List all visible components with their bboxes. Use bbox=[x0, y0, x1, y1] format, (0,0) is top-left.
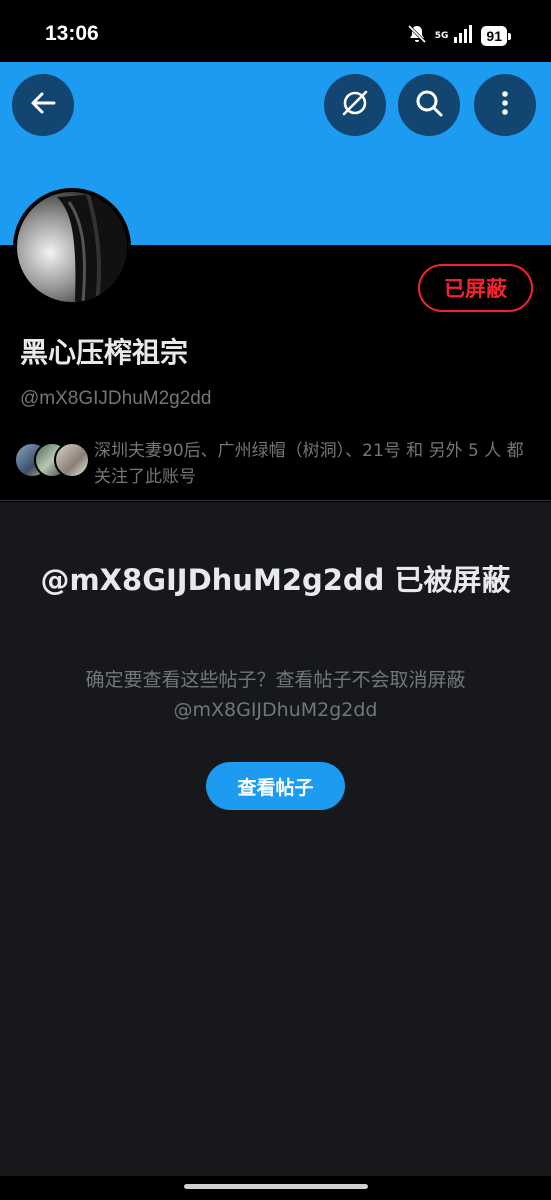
grok-button[interactable] bbox=[324, 74, 386, 136]
followers-text: 深圳夫妻90后、广州绿帽（树洞）、21号 和 另外 5 人 都关注了此账号 bbox=[94, 441, 524, 487]
blocked-title: @mX8GIJDhuM2g2dd 已被屏蔽 bbox=[40, 563, 511, 597]
back-button[interactable] bbox=[12, 74, 74, 136]
search-icon bbox=[414, 88, 444, 122]
blocked-notice: @mX8GIJDhuM2g2dd 已被屏蔽 确定要查看这些帖子？查看帖子不会取消… bbox=[0, 502, 551, 1176]
network-label: 5G bbox=[434, 30, 449, 41]
user-handle: @mX8GIJDhuM2g2dd bbox=[20, 388, 212, 409]
mute-icon bbox=[407, 24, 427, 48]
system-nav-bar bbox=[0, 1176, 551, 1200]
status-time: 13:06 bbox=[45, 22, 99, 45]
home-indicator[interactable] bbox=[184, 1184, 368, 1189]
grok-icon bbox=[339, 87, 371, 123]
avatar[interactable] bbox=[13, 188, 131, 306]
arrow-left-icon bbox=[28, 88, 58, 122]
status-bar: 13:06 5G 91 bbox=[0, 0, 551, 62]
status-icons: 5G 91 bbox=[407, 23, 511, 49]
blocked-button[interactable]: 已屏蔽 bbox=[418, 264, 533, 312]
blocked-description: 确定要查看这些帖子？查看帖子不会取消屏蔽@mX8GIJDhuM2g2dd bbox=[85, 669, 466, 721]
battery-icon: 91 bbox=[481, 26, 511, 46]
followers-you-know[interactable]: 深圳夫妻90后、广州绿帽（树洞）、21号 和 另外 5 人 都关注了此账号 bbox=[14, 438, 539, 490]
follower-avatar bbox=[54, 442, 90, 478]
display-name: 黑心压榨祖宗 bbox=[20, 336, 189, 369]
more-button[interactable] bbox=[474, 74, 536, 136]
view-posts-button[interactable]: 查看帖子 bbox=[206, 762, 345, 810]
more-vertical-icon bbox=[490, 88, 520, 122]
signal-icon bbox=[453, 24, 473, 48]
search-button[interactable] bbox=[398, 74, 460, 136]
